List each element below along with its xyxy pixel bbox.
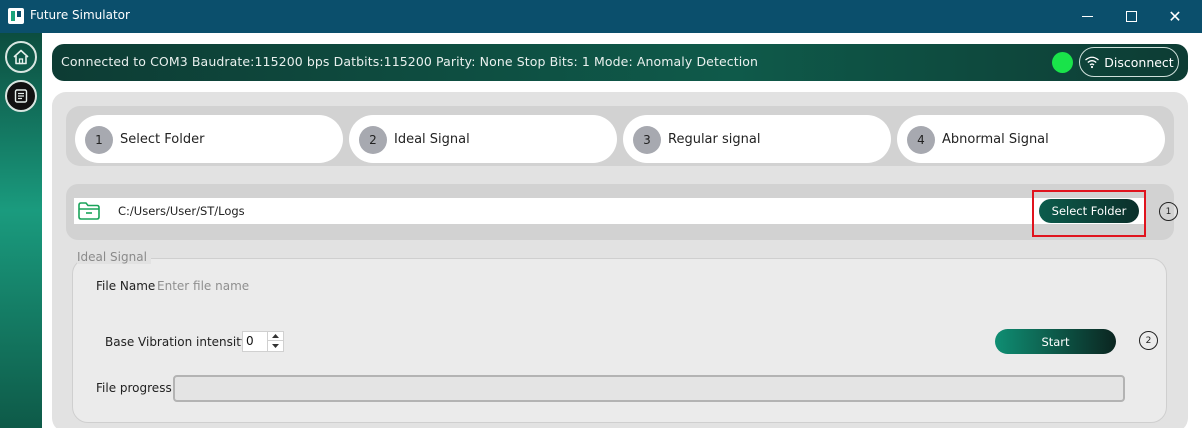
step-number: 1 [85,126,113,154]
vibration-intensity-value: 0 [246,334,254,348]
step-number: 2 [359,126,387,154]
step-abnormal-signal[interactable]: 4 Abnormal Signal [897,115,1165,163]
connection-status-text: Connected to COM3 Baudrate:115200 bps Da… [61,54,759,69]
app-logo-icon [8,8,24,24]
disconnect-button[interactable]: Disconnect [1079,47,1179,77]
vibration-intensity-spinbox[interactable]: 0 [242,331,284,352]
folder-selector: C:/Users/User/ST/Logs Select Folder 1 [66,184,1178,240]
ideal-signal-panel: File Name Base Vibration intensity 0 Sta… [72,258,1167,423]
step-label: Ideal Signal [394,132,470,147]
step-number: 4 [907,126,935,154]
select-folder-button[interactable]: Select Folder [1039,199,1139,223]
step-tabs: 1 Select Folder 2 Ideal Signal 3 Regular… [66,106,1174,166]
file-progress-label: File progress [96,381,172,395]
minimize-button[interactable] [1064,0,1110,33]
step-ideal-signal[interactable]: 2 Ideal Signal [349,115,617,163]
close-button[interactable]: ✕ [1152,0,1198,33]
file-name-label: File Name [96,279,156,293]
home-icon [13,49,29,65]
chevron-up-icon [272,334,279,338]
step-regular-signal[interactable]: 3 Regular signal [623,115,891,163]
title-bar: Future Simulator ✕ [0,0,1202,33]
step-number: 3 [633,126,661,154]
log-button[interactable] [5,80,37,112]
step-marker: 2 [1139,331,1158,350]
file-name-input[interactable] [157,276,357,296]
step-label: Abnormal Signal [942,132,1049,147]
folder-icon [78,202,100,220]
home-button[interactable] [5,41,37,73]
main-panel: 1 Select Folder 2 Ideal Signal 3 Regular… [52,92,1188,428]
start-button[interactable]: Start [995,329,1116,354]
increment-button[interactable] [268,332,283,341]
step-select-folder[interactable]: 1 Select Folder [75,115,343,163]
maximize-icon [1125,11,1137,22]
window-title: Future Simulator [30,8,130,22]
wifi-icon [1085,56,1100,69]
step-label: Select Folder [120,132,205,147]
connection-status-bar: Connected to COM3 Baudrate:115200 bps Da… [52,44,1188,81]
folder-path-field[interactable]: C:/Users/User/ST/Logs [74,198,1144,224]
close-icon: ✕ [1168,7,1182,26]
maximize-button[interactable] [1108,0,1154,33]
connection-indicator [1052,52,1073,73]
step-marker: 1 [1159,202,1178,221]
chevron-down-icon [272,343,279,348]
disconnect-label: Disconnect [1104,54,1174,70]
folder-path: C:/Users/User/ST/Logs [118,204,245,218]
spinbox-arrows [267,332,283,351]
decrement-button[interactable] [268,341,283,350]
side-nav [0,33,42,428]
ideal-signal-section-title: Ideal Signal [77,250,151,264]
file-progress-bar [173,375,1125,402]
step-label: Regular signal [668,132,761,147]
minimize-icon [1081,16,1093,17]
vibration-intensity-label: Base Vibration intensity [105,335,249,349]
document-icon [14,89,28,103]
